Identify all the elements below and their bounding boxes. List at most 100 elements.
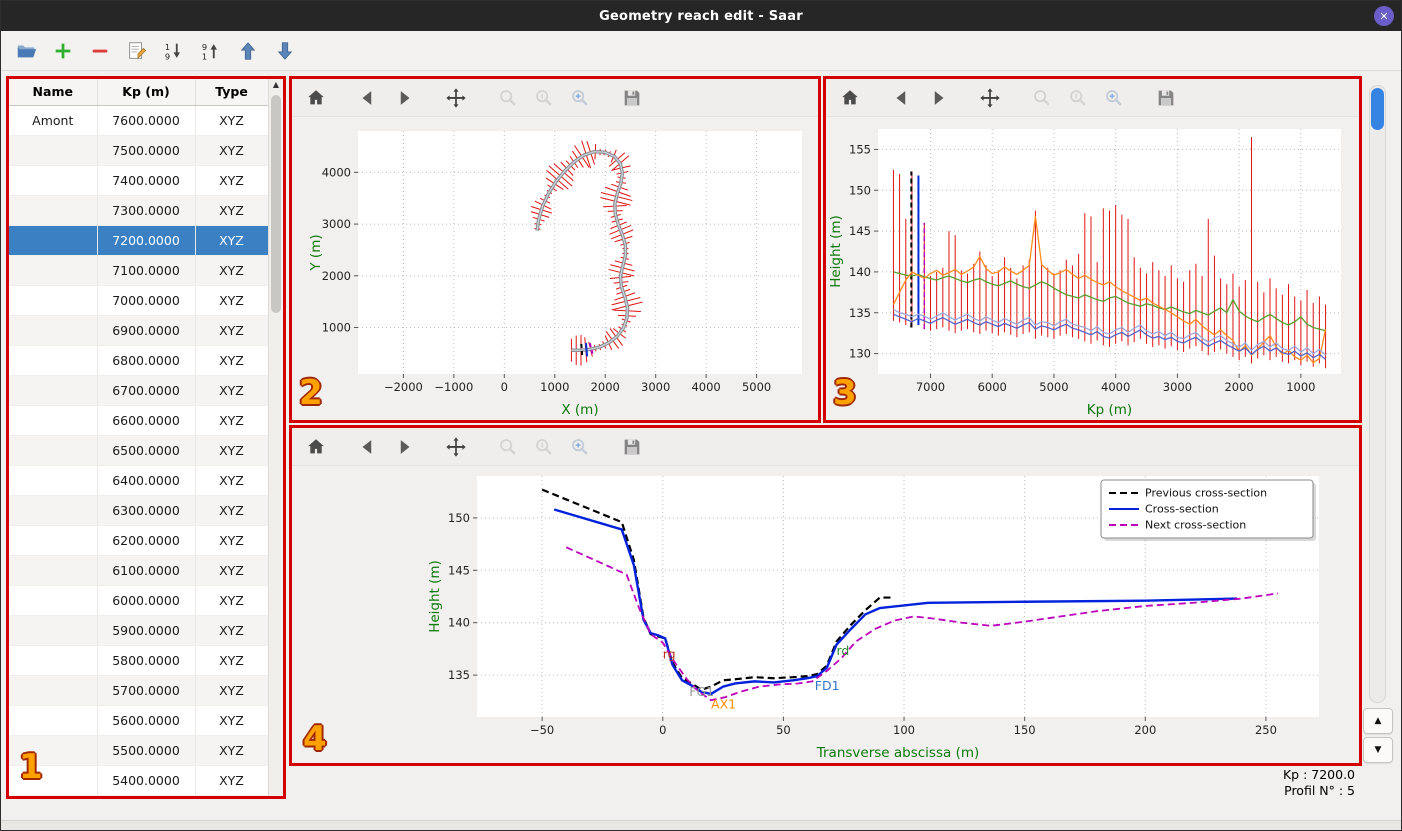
add-cross-section-icon[interactable] <box>50 38 76 64</box>
svg-text:rg: rg <box>663 646 676 661</box>
status-info: Kp : 7200.0 Profil N° : 5 <box>1283 767 1355 799</box>
sort-ascending-icon[interactable]: 91 <box>198 38 224 64</box>
svg-text:Kp (m): Kp (m) <box>1087 402 1132 418</box>
table-row[interactable]: 6000.0000 XYZ <box>9 585 268 616</box>
save-figure-icon[interactable] <box>620 435 644 459</box>
table-row[interactable]: 7200.0000 XYZ <box>9 225 268 256</box>
table-row[interactable]: 5400.0000 XYZ <box>9 765 268 796</box>
window-scrollbar-thumb[interactable] <box>1371 88 1384 130</box>
zoom-select-icon[interactable] <box>532 435 556 459</box>
up-triangle-icon: ▲ <box>1374 716 1382 726</box>
svg-text:−2000: −2000 <box>384 380 423 394</box>
zoom-icon[interactable] <box>496 86 520 110</box>
pan-icon[interactable] <box>978 86 1002 110</box>
svg-text:4000: 4000 <box>691 380 720 394</box>
zoom-select-icon[interactable] <box>1066 86 1090 110</box>
table-row[interactable]: 6500.0000 XYZ <box>9 435 268 466</box>
cross-sections-table-panel: Name Kp (m) Type Amont 7600.0000 XYZ 7500.0… <box>6 76 286 799</box>
back-icon[interactable] <box>356 86 380 110</box>
titlebar: Geometry reach edit - Saar ✕ <box>1 1 1401 31</box>
table-row[interactable]: 7000.0000 XYZ <box>9 285 268 316</box>
zoom-icon[interactable] <box>496 435 520 459</box>
table-row[interactable]: 5600.0000 XYZ <box>9 705 268 736</box>
zoom-fit-icon[interactable] <box>568 435 592 459</box>
profile-up-button[interactable]: ▲ <box>1363 708 1393 734</box>
table-row[interactable]: 6300.0000 XYZ <box>9 495 268 526</box>
profile-plot[interactable]: 7000 6000 5000 4000 3000 2000 1000 130 135 140 145… <box>826 117 1359 420</box>
forward-icon[interactable] <box>392 86 416 110</box>
table-row[interactable]: 6800.0000 XYZ <box>9 345 268 376</box>
table-row[interactable]: 7400.0000 XYZ <box>9 165 268 196</box>
back-icon[interactable] <box>890 86 914 110</box>
svg-text:FD1: FD1 <box>815 678 840 693</box>
table-row[interactable]: 5900.0000 XYZ <box>9 615 268 646</box>
svg-text:145: 145 <box>448 563 470 577</box>
move-up-icon[interactable] <box>235 38 261 64</box>
svg-text:9: 9 <box>165 51 170 61</box>
save-figure-icon[interactable] <box>620 86 644 110</box>
svg-text:100: 100 <box>893 723 915 737</box>
zoom-icon[interactable] <box>1030 86 1054 110</box>
svg-text:3000: 3000 <box>1163 380 1192 394</box>
table-scrollbar-thumb[interactable] <box>271 95 281 313</box>
back-icon[interactable] <box>356 435 380 459</box>
table-row[interactable]: 6600.0000 XYZ <box>9 405 268 436</box>
sort-descending-icon[interactable]: 19 <box>161 38 187 64</box>
plan-view-panel: −2000 −1000 0 1000 2000 3000 4000 5000 1000 2000 3… <box>289 76 821 423</box>
svg-text:145: 145 <box>849 224 871 238</box>
window-scrollbar[interactable] <box>1369 85 1386 703</box>
profile-down-button[interactable]: ▼ <box>1363 737 1393 763</box>
svg-text:150: 150 <box>1014 723 1036 737</box>
svg-text:135: 135 <box>849 306 871 320</box>
forward-icon[interactable] <box>926 86 950 110</box>
move-down-icon[interactable] <box>272 38 298 64</box>
save-figure-icon[interactable] <box>1154 86 1178 110</box>
main-toolbar: 1991 <box>1 31 1401 71</box>
svg-text:3000: 3000 <box>641 380 670 394</box>
delete-cross-section-icon[interactable] <box>87 38 113 64</box>
table-row[interactable]: 7100.0000 XYZ <box>9 255 268 286</box>
table-row[interactable]: 6100.0000 XYZ <box>9 555 268 586</box>
profile-toolbar <box>826 79 1359 117</box>
svg-text:2000: 2000 <box>591 380 620 394</box>
plan-plot[interactable]: −2000 −1000 0 1000 2000 3000 4000 5000 1000 2000 3… <box>292 117 818 420</box>
table-row[interactable]: 5800.0000 XYZ <box>9 645 268 676</box>
cross-plot[interactable]: −50 0 50 100 150 200 250 135 140 145 150 Transverse… <box>292 466 1359 763</box>
table-row[interactable]: 5500.0000 XYZ <box>9 735 268 766</box>
svg-text:4000: 4000 <box>322 165 351 179</box>
open-file-icon[interactable] <box>13 38 39 64</box>
close-button[interactable]: ✕ <box>1374 6 1394 26</box>
panel-label-3: 3 <box>833 373 857 413</box>
table-row[interactable]: 7300.0000 XYZ <box>9 195 268 226</box>
home-icon[interactable] <box>304 435 328 459</box>
svg-text:5000: 5000 <box>1039 380 1068 394</box>
table-row[interactable]: 7500.0000 XYZ <box>9 135 268 166</box>
forward-icon[interactable] <box>392 435 416 459</box>
table-scrollbar[interactable]: ▲ <box>268 79 283 796</box>
cross-section-panel: −50 0 50 100 150 200 250 135 140 145 150 Transverse… <box>289 425 1362 766</box>
close-icon: ✕ <box>1379 9 1389 23</box>
col-header-kp[interactable]: Kp (m) <box>97 79 196 106</box>
table-row[interactable]: 6900.0000 XYZ <box>9 315 268 346</box>
table-row[interactable]: 6400.0000 XYZ <box>9 465 268 496</box>
zoom-select-icon[interactable] <box>532 86 556 110</box>
svg-text:Height (m): Height (m) <box>828 215 844 288</box>
home-icon[interactable] <box>304 86 328 110</box>
table-row[interactable]: 6200.0000 XYZ <box>9 525 268 556</box>
pan-icon[interactable] <box>444 435 468 459</box>
table-row[interactable]: 6700.0000 XYZ <box>9 375 268 406</box>
col-header-name[interactable]: Name <box>9 79 98 106</box>
svg-text:1000: 1000 <box>1286 380 1315 394</box>
home-icon[interactable] <box>838 86 862 110</box>
pan-icon[interactable] <box>444 86 468 110</box>
scroll-up-icon[interactable]: ▲ <box>269 80 283 89</box>
svg-text:5000: 5000 <box>742 380 771 394</box>
col-header-type[interactable]: Type <box>195 79 268 106</box>
zoom-fit-icon[interactable] <box>568 86 592 110</box>
statusbar <box>1 820 1401 830</box>
zoom-fit-icon[interactable] <box>1102 86 1126 110</box>
edit-cross-section-icon[interactable] <box>124 38 150 64</box>
cross-sections-table: Name Kp (m) Type Amont 7600.0000 XYZ 7500.0… <box>9 79 268 796</box>
table-row[interactable]: Amont 7600.0000 XYZ <box>9 105 268 136</box>
table-row[interactable]: 5700.0000 XYZ <box>9 675 268 706</box>
